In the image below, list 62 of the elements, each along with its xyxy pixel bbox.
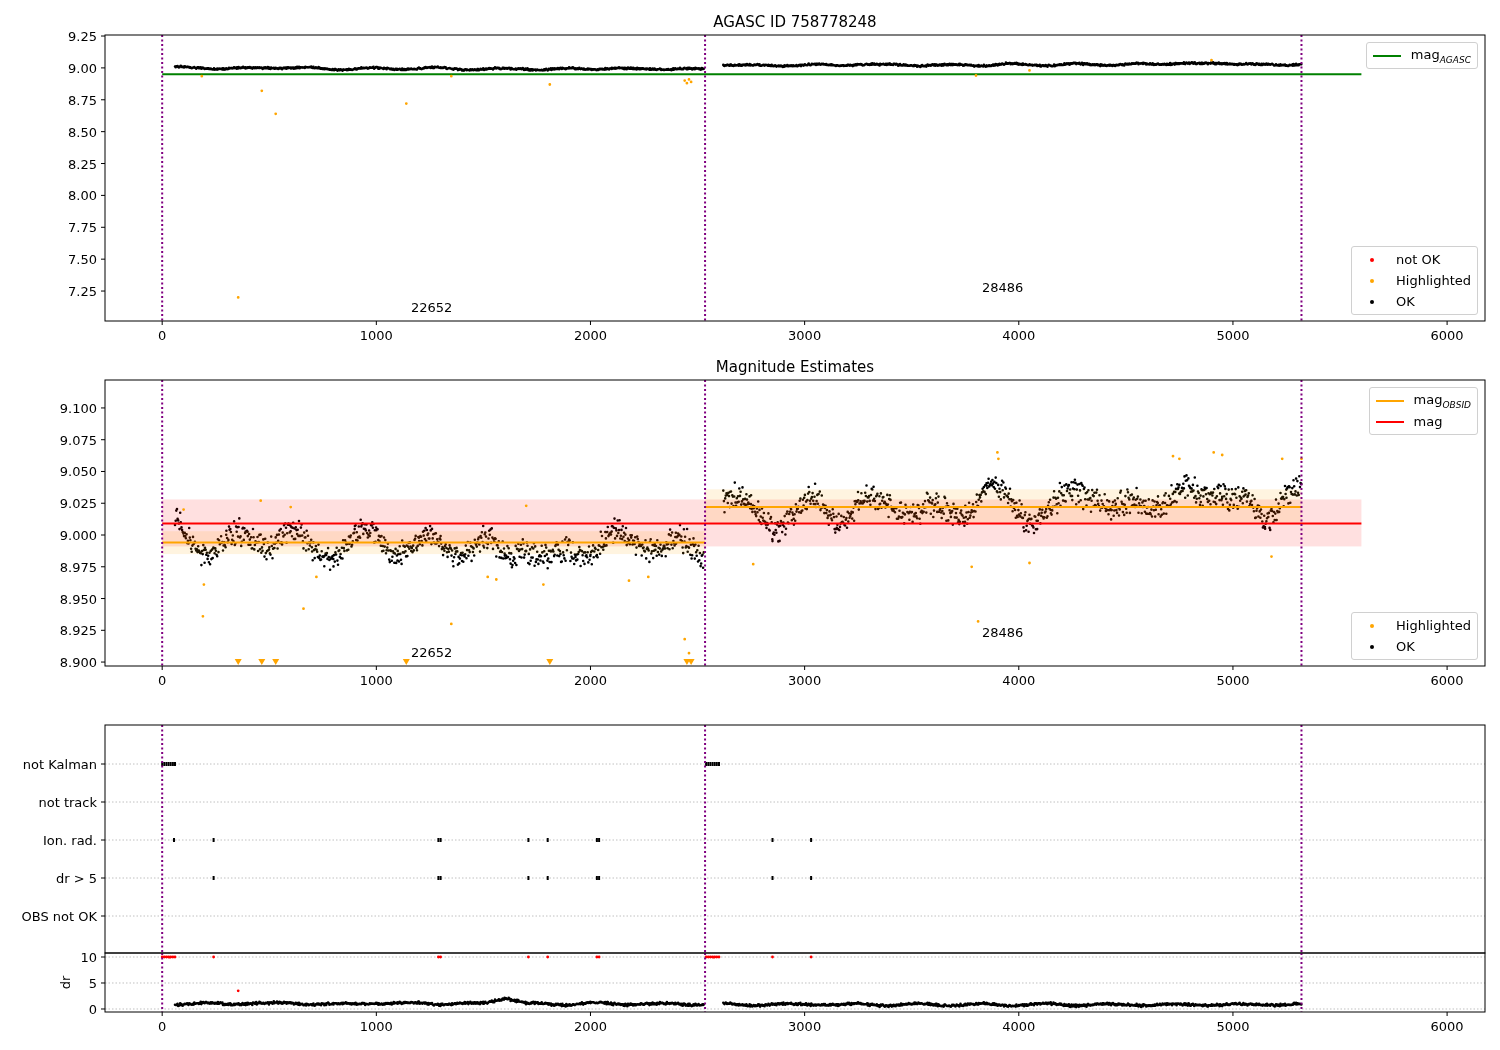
x-tick-label: 4000 bbox=[1002, 1019, 1036, 1034]
y-tick-label: 8.950 bbox=[59, 591, 97, 607]
x-tick-label: 1000 bbox=[359, 328, 393, 343]
x-tick-label: 1000 bbox=[359, 673, 393, 688]
annotation-label: 22652 bbox=[411, 300, 453, 315]
annotation-label: 28486 bbox=[982, 280, 1024, 295]
x-tick-label: 0 bbox=[158, 1019, 167, 1034]
chart-title: AGASC ID 758778248 bbox=[713, 13, 877, 31]
x-tick-label: 4000 bbox=[1002, 673, 1036, 688]
legend-label: Highlighted bbox=[1396, 618, 1471, 633]
x-tick-label: 3000 bbox=[788, 328, 822, 343]
y-tick-label: 8.975 bbox=[59, 559, 97, 575]
legend-label: mag bbox=[1413, 414, 1443, 429]
y-tick-label: 10 bbox=[80, 950, 97, 965]
legend-label: OK bbox=[1396, 639, 1415, 654]
legend-label: Highlighted bbox=[1396, 273, 1471, 288]
y-tick-label: 8.50 bbox=[68, 124, 97, 140]
y-tick-label: 0 bbox=[88, 1002, 97, 1017]
x-tick-label: 5000 bbox=[1216, 673, 1250, 688]
x-tick-label: 6000 bbox=[1430, 673, 1464, 688]
x-tick-label: 2000 bbox=[573, 1019, 608, 1034]
y-tick-label: 9.25 bbox=[68, 29, 97, 44]
x-tick-label: 6000 bbox=[1430, 1019, 1464, 1034]
y-tick-label: 9.025 bbox=[59, 496, 97, 512]
x-tick-label: 5000 bbox=[1216, 1019, 1250, 1034]
legend-label: mag$_{AGASC}$ bbox=[1410, 46, 1471, 65]
y-tick-label: 8.00 bbox=[68, 188, 97, 204]
chart-title: Magnitude Estimates bbox=[715, 358, 875, 376]
annotation-label: 22652 bbox=[411, 645, 453, 660]
y-tick-label: 8.25 bbox=[68, 156, 97, 172]
y-axis-label: dr bbox=[58, 975, 73, 990]
y-tick-label: 5 bbox=[88, 976, 97, 991]
y-tick-label: 9.000 bbox=[59, 528, 97, 543]
x-tick-label: 4000 bbox=[1002, 328, 1036, 343]
y-tick-label: 9.050 bbox=[59, 464, 97, 480]
legend-label: not OK bbox=[1396, 252, 1441, 267]
y-tick-label: 7.25 bbox=[68, 284, 97, 300]
x-tick-label: 3000 bbox=[788, 673, 822, 688]
y-tick-label: 7.50 bbox=[68, 252, 97, 268]
x-tick-label: 1000 bbox=[359, 1019, 393, 1034]
y-tick-label: 8.75 bbox=[68, 92, 97, 108]
legend-label: mag$_{OBSID}$ bbox=[1413, 391, 1471, 410]
x-tick-label: 0 bbox=[158, 673, 167, 688]
y-tick-label: Ion. rad. bbox=[43, 833, 97, 848]
y-tick-label: not Kalman bbox=[22, 757, 97, 772]
x-tick-label: 2000 bbox=[573, 328, 608, 343]
y-tick-label: not track bbox=[38, 795, 97, 810]
x-tick-label: 6000 bbox=[1430, 328, 1464, 343]
x-tick-label: 3000 bbox=[788, 1019, 822, 1034]
y-tick-label: dr > 5 bbox=[55, 871, 97, 886]
x-tick-label: 0 bbox=[158, 328, 167, 343]
legend-label: OK bbox=[1396, 294, 1415, 309]
y-tick-label: 9.00 bbox=[68, 60, 97, 76]
y-tick-label: 8.900 bbox=[59, 655, 97, 671]
y-tick-label: 7.75 bbox=[68, 220, 97, 236]
y-tick-label: 8.925 bbox=[59, 623, 97, 639]
y-tick-label: 9.100 bbox=[59, 400, 97, 416]
x-tick-label: 5000 bbox=[1216, 328, 1250, 343]
annotation-label: 28486 bbox=[982, 625, 1024, 640]
y-tick-label: OBS not OK bbox=[21, 909, 97, 924]
y-tick-label: 9.075 bbox=[59, 432, 97, 448]
x-tick-label: 2000 bbox=[573, 673, 608, 688]
